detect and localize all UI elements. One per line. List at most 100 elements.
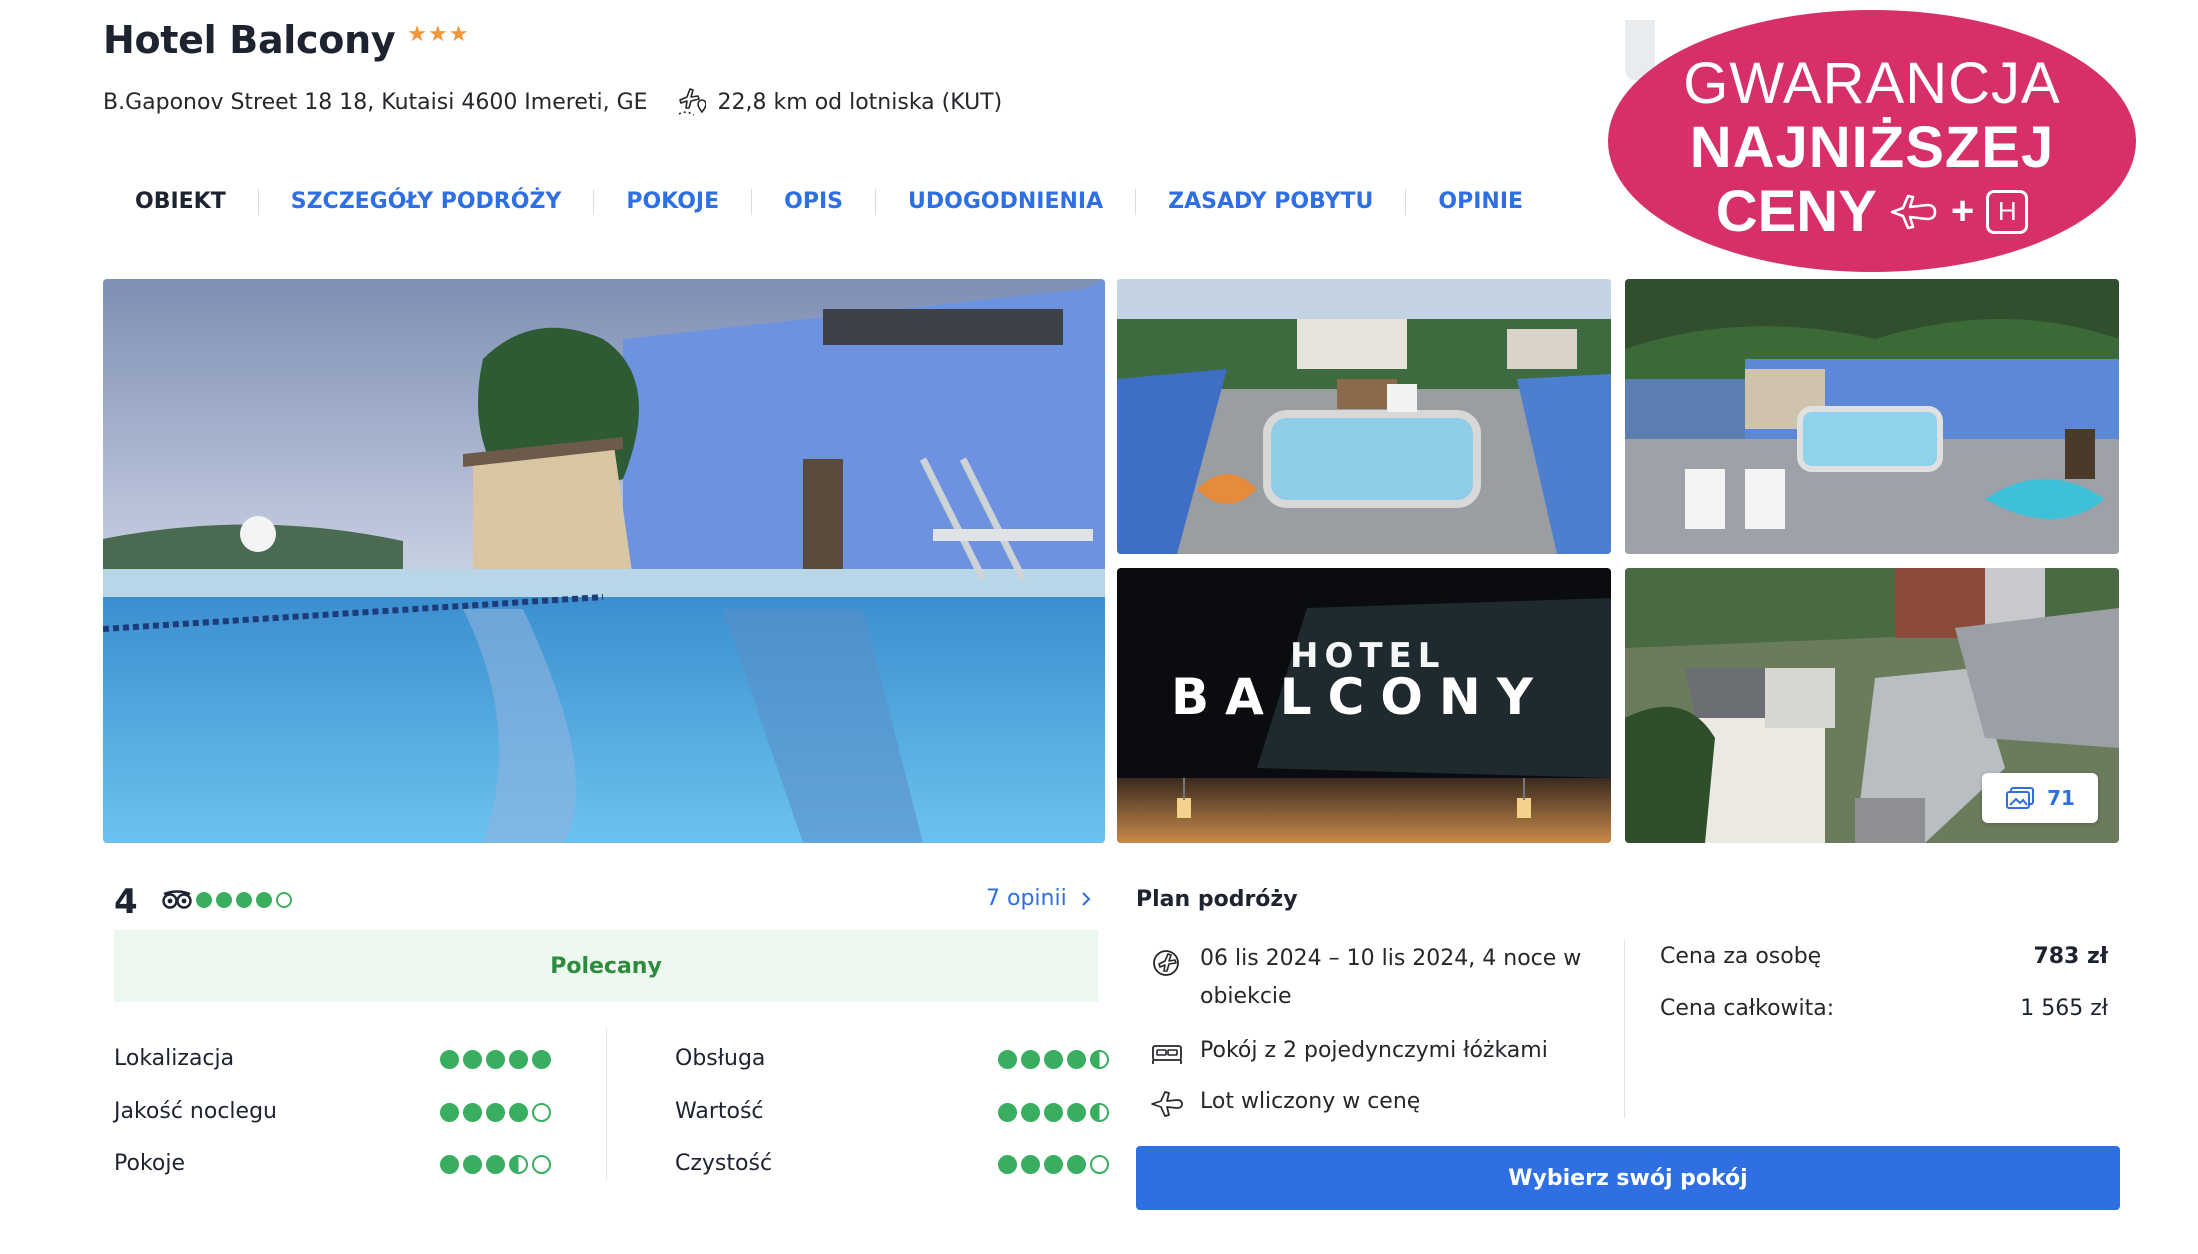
plan-dates: 06 lis 2024 – 10 lis 2024, 4 noce w obie…: [1150, 940, 1610, 1016]
plan-room-text: Pokój z 2 pojedynczymi łóżkami: [1200, 1038, 1548, 1063]
tab-szczegoly-podrozy[interactable]: SZCZEGÓŁY PODRÓŻY: [257, 189, 594, 215]
rating-dot: [1044, 1155, 1063, 1174]
gallery-photo-3[interactable]: HOTEL BALCONY: [1117, 568, 1611, 843]
rating-dot: [463, 1155, 482, 1174]
plan-dates-line-2: obiekcie: [1200, 984, 1292, 1009]
rating-dot: [440, 1050, 459, 1069]
plan-flight: Lot wliczony w cenę: [1150, 1083, 1420, 1121]
category-dots: [998, 1050, 1109, 1069]
rating-dot: [276, 892, 292, 908]
rating-dot: [486, 1155, 505, 1174]
calendar-plane-icon: [1153, 950, 1179, 976]
badge-line-3: CENY + H: [1608, 178, 2136, 245]
plan-dates-text: 06 lis 2024 – 10 lis 2024, 4 noce w obie…: [1200, 940, 1581, 1016]
rating-dot: [998, 1050, 1017, 1069]
tab-zasady-pobytu[interactable]: ZASADY POBYTU: [1135, 189, 1405, 215]
badge-line-1: GWARANCJA: [1683, 51, 2061, 116]
rating-dot: [1067, 1155, 1086, 1174]
opinions-link[interactable]: 7 opinii: [986, 886, 1091, 911]
rating-score: 4: [114, 882, 138, 922]
lowest-price-badge: GWARANCJA NAJNIŻSZEJ CENY + H: [1608, 10, 2136, 272]
rating-dot: [463, 1050, 482, 1069]
rating-dot: [1044, 1050, 1063, 1069]
badge-line-2: NAJNIŻSZEJ: [1689, 115, 2055, 180]
rating-dot: [1021, 1050, 1040, 1069]
rating-dot: [216, 892, 232, 908]
rating-dot: [1090, 1050, 1109, 1069]
plane-location-icon: [678, 88, 706, 116]
category-label: Lokalizacja: [114, 1046, 235, 1071]
rating-dot: [1067, 1050, 1086, 1069]
rating-dot: [532, 1155, 551, 1174]
plan-room: Pokój z 2 pojedynczymi łóżkami: [1150, 1032, 1548, 1070]
category-dots: [998, 1155, 1109, 1174]
hotel-sign-bottom: BALCONY: [1171, 668, 1549, 726]
hotel-h-icon: H: [1986, 189, 2029, 234]
plan-flight-text: Lot wliczony w cenę: [1200, 1089, 1421, 1114]
recommended-banner: Polecany: [114, 930, 1098, 1002]
recommended-label: Polecany: [550, 953, 662, 979]
badge-line-3-text: CENY: [1715, 179, 1877, 244]
choose-room-label: Wybierz swój pokój: [1508, 1165, 1748, 1191]
section-nav: OBIEKT SZCZEGÓŁY PODRÓŻY POKOJE OPIS UDO…: [103, 184, 1555, 220]
tripadvisor-rating: [162, 890, 292, 910]
rating-dot: [486, 1050, 505, 1069]
photos-icon: [2006, 787, 2035, 809]
rating-dot: [236, 892, 252, 908]
hotel-h-letter: H: [1997, 196, 2017, 226]
choose-room-button[interactable]: Wybierz swój pokój: [1136, 1146, 2120, 1210]
tab-opis[interactable]: OPIS: [751, 189, 875, 215]
airport-distance: 22,8 km od lotniska (KUT): [676, 86, 1003, 118]
total-price-label: Cena całkowita:: [1660, 996, 1835, 1021]
rating-dot: [463, 1103, 482, 1122]
rating-dot: [1021, 1155, 1040, 1174]
hotel-name: Hotel Balcony: [103, 18, 396, 62]
gallery-photo-2[interactable]: [1625, 279, 2119, 554]
plan-dates-line-1: 06 lis 2024 – 10 lis 2024, 4 noce w: [1200, 946, 1582, 971]
rating-dot: [998, 1155, 1017, 1174]
all-photos-button[interactable]: 71: [1982, 773, 2098, 823]
star-rating-icon: ★★★: [407, 21, 470, 47]
rating-dot: [1067, 1103, 1086, 1122]
plan-divider: [1624, 940, 1625, 1118]
plane-icon: [1151, 1091, 1183, 1117]
category-dots: [440, 1050, 551, 1069]
rating-dot: [509, 1050, 528, 1069]
gallery-photo-1[interactable]: [1117, 279, 1611, 554]
rating-dot: [256, 892, 272, 908]
category-label: Obsługa: [675, 1046, 766, 1071]
airport-distance-text: 22,8 km od lotniska (KUT): [717, 89, 1003, 115]
rating-dot: [1090, 1103, 1109, 1122]
rating-dot: [196, 892, 212, 908]
rating-dot: [509, 1103, 528, 1122]
rating-dot: [532, 1050, 551, 1069]
category-dots: [440, 1103, 551, 1122]
rating-dot: [509, 1155, 528, 1174]
tab-udogodnienia[interactable]: UDOGODNIENIA: [875, 189, 1135, 215]
category-dots: [440, 1155, 551, 1174]
category-label: Pokoje: [114, 1151, 186, 1176]
address-row: B.Gaponov Street 18 18, Kutaisi 4600 Ime…: [103, 86, 1002, 118]
rating-dot: [486, 1103, 505, 1122]
rating-dot: [1021, 1103, 1040, 1122]
ratings-divider: [606, 1028, 607, 1180]
price-per-person: 783 zł: [2033, 944, 2108, 969]
total-price: 1 565 zł: [2020, 996, 2108, 1021]
photo-count: 71: [2047, 786, 2075, 810]
tab-pokoje[interactable]: POKOJE: [593, 189, 751, 215]
category-dots: [998, 1103, 1109, 1122]
rating-dot: [440, 1103, 459, 1122]
rating-dot: [1044, 1103, 1063, 1122]
plane-icon: [1890, 194, 1937, 229]
main-photo[interactable]: [103, 279, 1105, 843]
chevron-right-icon: [1081, 891, 1091, 906]
tab-obiekt[interactable]: OBIEKT: [103, 189, 258, 215]
category-label: Czystość: [675, 1151, 773, 1176]
badge-plus: +: [1950, 189, 1975, 233]
hotel-address: B.Gaponov Street 18 18, Kutaisi 4600 Ime…: [103, 89, 648, 115]
rating-dot: [998, 1103, 1017, 1122]
bed-icon: [1152, 1045, 1182, 1064]
tab-opinie[interactable]: OPINIE: [1405, 189, 1555, 215]
price-per-person-label: Cena za osobę: [1660, 944, 1822, 969]
tripadvisor-owl-icon: [162, 890, 192, 909]
